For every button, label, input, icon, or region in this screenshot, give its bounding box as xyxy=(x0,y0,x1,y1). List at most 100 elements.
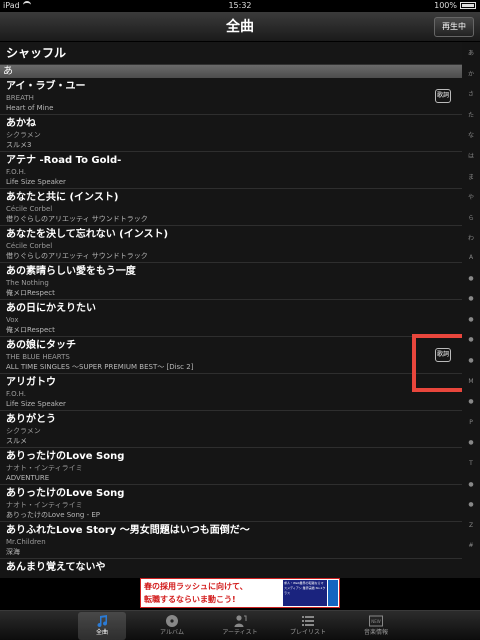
song-row[interactable]: ありふれたLove Story 〜男女問題はいつも面倒だ〜 Mr.Childre… xyxy=(0,522,462,559)
index-letter[interactable]: わ xyxy=(462,233,480,242)
song-title: あかね xyxy=(6,118,36,129)
song-artist: ナオト・インティライミ xyxy=(6,464,83,472)
index-letter[interactable]: ● xyxy=(462,316,480,323)
index-letter[interactable]: ま xyxy=(462,172,480,181)
tab-all-songs[interactable]: 全曲 xyxy=(78,612,126,640)
index-letter[interactable]: P xyxy=(462,419,480,426)
tab-artists[interactable]: アーティスト xyxy=(216,612,264,640)
song-album: ありったけのLove Song - EP xyxy=(6,511,100,519)
song-album: ADVENTURE xyxy=(6,474,50,482)
song-album: 借りぐらしのアリエッティ サウンドトラック xyxy=(6,252,148,260)
song-row[interactable]: あなたと共に (インスト) Cécile Corbel 借りぐらしのアリエッティ… xyxy=(0,189,462,226)
song-row[interactable]: あなたを決して忘れない (インスト) Cécile Corbel 借りぐらしのア… xyxy=(0,226,462,263)
tab-label: 全曲 xyxy=(95,629,108,636)
song-row[interactable]: ありったけのLove Song ナオト・インティライミ ADVENTURE xyxy=(0,448,462,485)
index-letter[interactable]: ● xyxy=(462,439,480,446)
news-icon: NEW xyxy=(369,615,383,627)
index-letter[interactable]: さ xyxy=(462,89,480,98)
song-list[interactable]: シャッフル あ アイ・ラブ・ユー BREATH Heart of Mine 歌詞… xyxy=(0,42,462,578)
song-title: あなたを決して忘れない (インスト) xyxy=(6,229,169,240)
ad-side-panel: 求人・Web業界の転職ならマスメディアン 業界実績 No.1クラス xyxy=(283,580,327,606)
index-letter[interactable]: あ xyxy=(462,48,480,57)
index-letter[interactable]: ● xyxy=(462,357,480,364)
section-index-bar[interactable]: あかさたなはまやらわ A ● ● ● ● ● M ● P ● T ● ● Z # xyxy=(462,42,480,578)
index-letter[interactable]: ● xyxy=(462,398,480,405)
index-letter[interactable]: ら xyxy=(462,213,480,222)
song-artist: Mr.Children xyxy=(6,538,46,546)
index-letter[interactable]: ● xyxy=(462,501,480,508)
index-letter[interactable]: や xyxy=(462,192,480,201)
battery-icon xyxy=(460,2,476,9)
song-artist: シクラメン xyxy=(6,131,41,139)
tab-label: 音楽情報 xyxy=(363,629,388,636)
song-album: スルメ3 xyxy=(6,141,32,149)
song-artist: THE BLUE HEARTS xyxy=(6,353,70,361)
now-playing-button[interactable]: 再生中 xyxy=(434,17,474,37)
index-letter[interactable]: ● xyxy=(462,275,480,282)
section-header: あ xyxy=(0,65,462,78)
song-row[interactable]: アリガトウ F.O.H. Life Size Speaker xyxy=(0,374,462,411)
song-title: ありったけのLove Song xyxy=(6,488,125,499)
song-title: あの素晴らしい愛をもう一度 xyxy=(6,266,136,277)
index-letter[interactable]: は xyxy=(462,151,480,160)
shuffle-row[interactable]: シャッフル xyxy=(0,42,462,65)
song-row[interactable]: あの日にかえりたい Vox 俺メロRespect xyxy=(0,300,462,337)
svg-text:NEW: NEW xyxy=(371,619,381,624)
song-row[interactable]: あの娘にタッチ THE BLUE HEARTS ALL TIME SINGLES… xyxy=(0,337,462,374)
index-letter[interactable]: ● xyxy=(462,295,480,302)
song-row[interactable]: あかね シクラメン スルメ3 xyxy=(0,115,462,152)
index-letter[interactable]: T xyxy=(462,460,480,467)
index-letter[interactable]: た xyxy=(462,110,480,119)
index-letter[interactable]: か xyxy=(462,69,480,78)
tab-music-info[interactable]: NEW 音楽情報 xyxy=(352,612,400,640)
song-album: 俺メロRespect xyxy=(6,289,55,297)
tab-playlists[interactable]: プレイリスト xyxy=(284,612,332,640)
index-letter[interactable]: # xyxy=(462,542,480,549)
clock: 15:32 xyxy=(228,1,252,10)
lyrics-button[interactable]: 歌詞 xyxy=(435,89,451,103)
navigation-bar: 全曲 再生中 xyxy=(0,12,480,42)
song-row[interactable]: あんまり覚えてないや xyxy=(0,559,462,578)
song-album: Heart of Mine xyxy=(6,104,54,112)
song-artist: BREATH xyxy=(6,94,34,102)
song-title: アイ・ラブ・ユー xyxy=(6,81,86,92)
song-row[interactable]: アイ・ラブ・ユー BREATH Heart of Mine 歌詞 xyxy=(0,78,462,115)
song-title: あなたと共に (インスト) xyxy=(6,192,119,203)
tab-albums[interactable]: アルバム xyxy=(148,612,196,640)
song-album: 深海 xyxy=(6,548,20,556)
ad-brand-strip xyxy=(328,580,338,606)
song-artist: Cécile Corbel xyxy=(6,242,53,250)
song-row[interactable]: ありったけのLove Song ナオト・インティライミ ありったけのLove S… xyxy=(0,485,462,522)
song-title: アテナ -Road To Gold- xyxy=(6,155,122,166)
ad-headline-2: 転職するならいま動こう! xyxy=(144,595,236,604)
song-row[interactable]: ありがとう シクラメン スルメ xyxy=(0,411,462,448)
song-artist: Vox xyxy=(6,316,19,324)
index-letter[interactable]: ● xyxy=(462,336,480,343)
ad-banner[interactable]: 春の採用ラッシュに向けて、 転職するならいま動こう! 求人・Web業界の転職なら… xyxy=(140,578,340,608)
song-title: ありふれたLove Story 〜男女問題はいつも面倒だ〜 xyxy=(6,525,250,536)
song-title: ありったけのLove Song xyxy=(6,451,125,462)
index-letter[interactable]: な xyxy=(462,130,480,139)
index-letter[interactable]: Z xyxy=(462,522,480,529)
tab-label: アーティスト xyxy=(222,629,258,636)
song-artist: シクラメン xyxy=(6,427,41,435)
page-title: 全曲 xyxy=(226,19,254,35)
battery-percent: 100% xyxy=(434,1,457,10)
song-album: Life Size Speaker xyxy=(6,178,66,186)
song-row[interactable]: あの素晴らしい愛をもう一度 The Nothing 俺メロRespect xyxy=(0,263,462,300)
song-title: あの娘にタッチ xyxy=(6,340,76,351)
tab-label: プレイリスト xyxy=(289,629,326,636)
song-title: アリガトウ xyxy=(6,377,56,388)
song-album: スルメ xyxy=(6,437,27,445)
song-row[interactable]: アテナ -Road To Gold- F.O.H. Life Size Spea… xyxy=(0,152,462,189)
song-title: ありがとう xyxy=(6,414,56,425)
index-letter[interactable]: A xyxy=(462,254,480,261)
music-note-icon xyxy=(97,615,108,628)
song-artist: ナオト・インティライミ xyxy=(6,501,83,509)
song-artist: The Nothing xyxy=(6,279,49,287)
index-letter[interactable]: ● xyxy=(462,481,480,488)
song-artist: F.O.H. xyxy=(6,168,26,176)
tab-label: アルバム xyxy=(160,629,184,636)
album-disc-icon xyxy=(166,615,178,627)
index-letter[interactable]: M xyxy=(462,378,480,385)
